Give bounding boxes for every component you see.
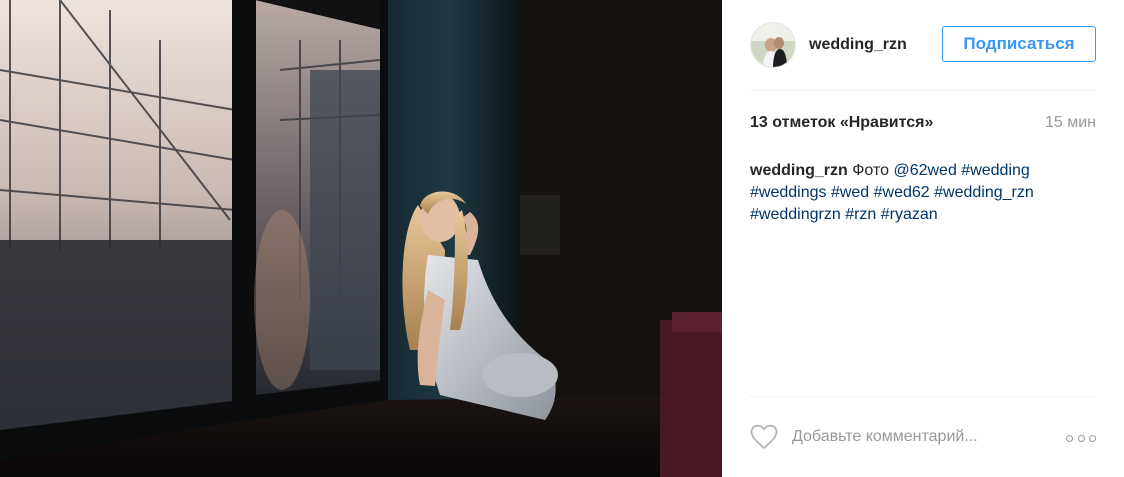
hashtag-link[interactable]: #wed xyxy=(831,184,869,201)
dot xyxy=(1077,434,1085,442)
photo-illustration xyxy=(0,0,722,477)
post-caption: wedding_rzn Фото @62wed #wedding #weddin… xyxy=(750,160,1096,226)
hashtag-link[interactable]: #wedding_rzn xyxy=(934,184,1034,201)
dot xyxy=(1066,434,1073,442)
comment-input[interactable] xyxy=(792,425,1062,449)
hashtag-link[interactable]: #weddingrzn xyxy=(750,206,841,223)
likes-count[interactable]: 13 отметок «Нравится» xyxy=(750,114,933,132)
avatar-image xyxy=(751,23,795,67)
post-time[interactable]: 15 мин xyxy=(1045,114,1096,132)
caption-text: Фото xyxy=(852,162,889,179)
username-link[interactable]: wedding_rzn xyxy=(809,36,907,54)
dot xyxy=(1089,434,1096,442)
caption-mention[interactable]: @62wed xyxy=(893,162,956,179)
comment-bar xyxy=(750,396,1096,477)
post-photo[interactable] xyxy=(0,0,722,477)
caption-username[interactable]: wedding_rzn xyxy=(750,162,848,179)
post-container: wedding_rzn Подписаться 13 отметок «Нрав… xyxy=(0,0,1124,477)
hashtag-link[interactable]: #weddings xyxy=(750,184,827,201)
post-meta: 13 отметок «Нравится» 15 мин xyxy=(750,114,1096,132)
post-sidebar: wedding_rzn Подписаться 13 отметок «Нрав… xyxy=(722,0,1124,477)
follow-button[interactable]: Подписаться xyxy=(942,26,1096,62)
hashtag-link[interactable]: #wed62 xyxy=(874,184,930,201)
hashtag-link[interactable]: #rzn xyxy=(845,206,876,223)
avatar[interactable] xyxy=(750,22,796,68)
more-options-icon[interactable] xyxy=(1066,431,1096,445)
post-header: wedding_rzn Подписаться xyxy=(750,0,1096,91)
heart-icon[interactable] xyxy=(750,424,778,450)
hashtag-link[interactable]: #ryazan xyxy=(881,206,938,223)
hashtag-link[interactable]: #wedding xyxy=(961,162,1030,179)
